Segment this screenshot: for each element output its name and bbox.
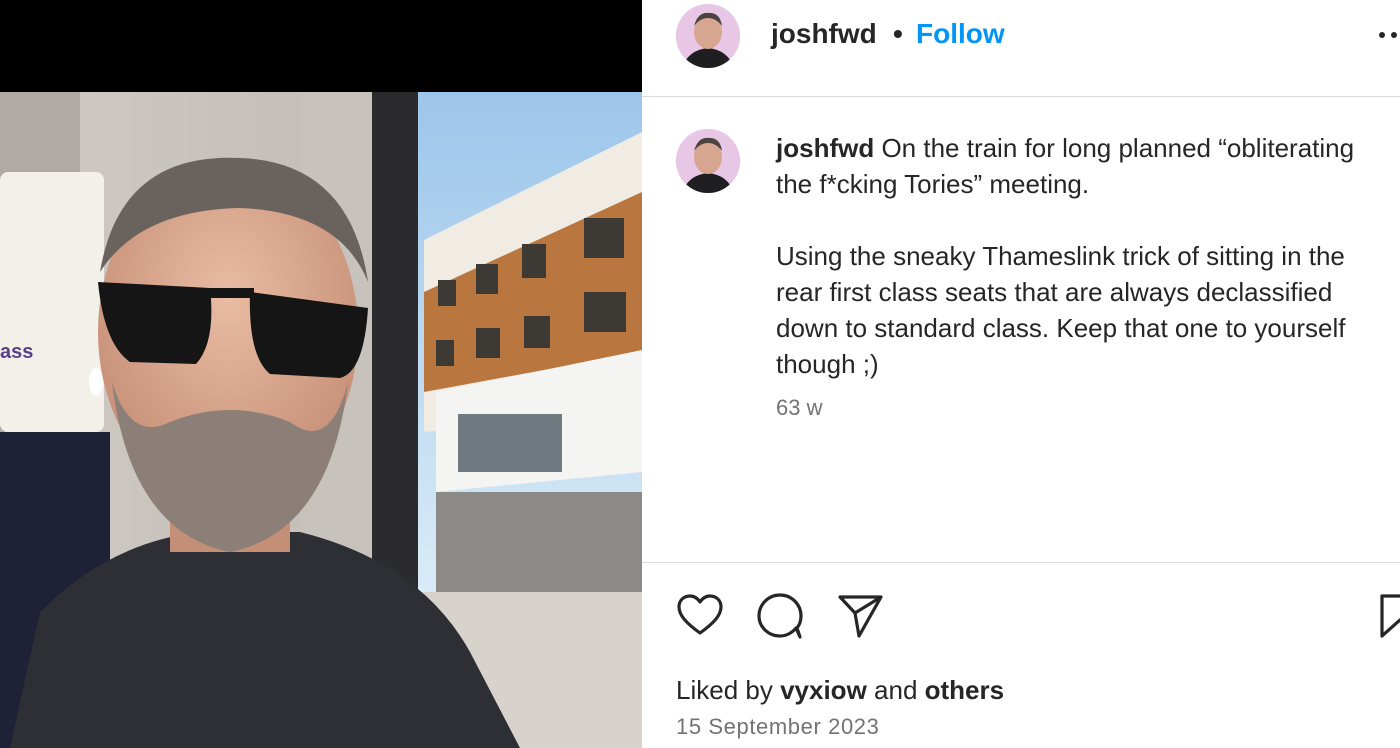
actions-divider [642, 562, 1400, 563]
header-separator: • [893, 18, 903, 49]
caption-avatar[interactable] [676, 129, 740, 193]
post-caption: joshfwd On the train for long planned “o… [776, 130, 1386, 382]
paper-plane-icon[interactable] [836, 592, 884, 640]
header-divider [642, 96, 1400, 97]
caption-paragraph: Using the sneaky Thameslink trick of sit… [776, 241, 1346, 379]
header-username[interactable]: joshfwd [771, 18, 877, 50]
profile-picture [676, 129, 740, 193]
profile-picture [676, 4, 740, 68]
header-avatar[interactable] [676, 4, 740, 68]
photo-letterbox [0, 0, 642, 92]
post-photo[interactable]: ass [0, 0, 642, 748]
post-date[interactable]: 15 September 2023 [676, 714, 879, 740]
caption-age[interactable]: 63 w [776, 395, 822, 421]
heart-icon[interactable] [676, 592, 724, 640]
liked-by-others-link[interactable]: others [925, 675, 1004, 705]
liked-by-user-link[interactable]: vyxiow [780, 675, 867, 705]
post-details-panel: joshfwd • Follow joshfwd On the train fo… [642, 0, 1400, 748]
liked-by-summary: Liked by vyxiow and others [676, 675, 1004, 706]
comment-icon[interactable] [756, 592, 804, 640]
liked-by-prefix: Liked by [676, 675, 781, 705]
bookmark-icon[interactable] [1376, 592, 1400, 640]
seat-label: ass [0, 341, 33, 363]
selfie-on-train-image: ass [0, 92, 642, 748]
follow-button[interactable]: Follow [916, 18, 1005, 50]
liked-by-and: and [866, 675, 925, 705]
more-options-icon[interactable] [1376, 28, 1400, 42]
caption-username[interactable]: joshfwd [776, 133, 874, 163]
